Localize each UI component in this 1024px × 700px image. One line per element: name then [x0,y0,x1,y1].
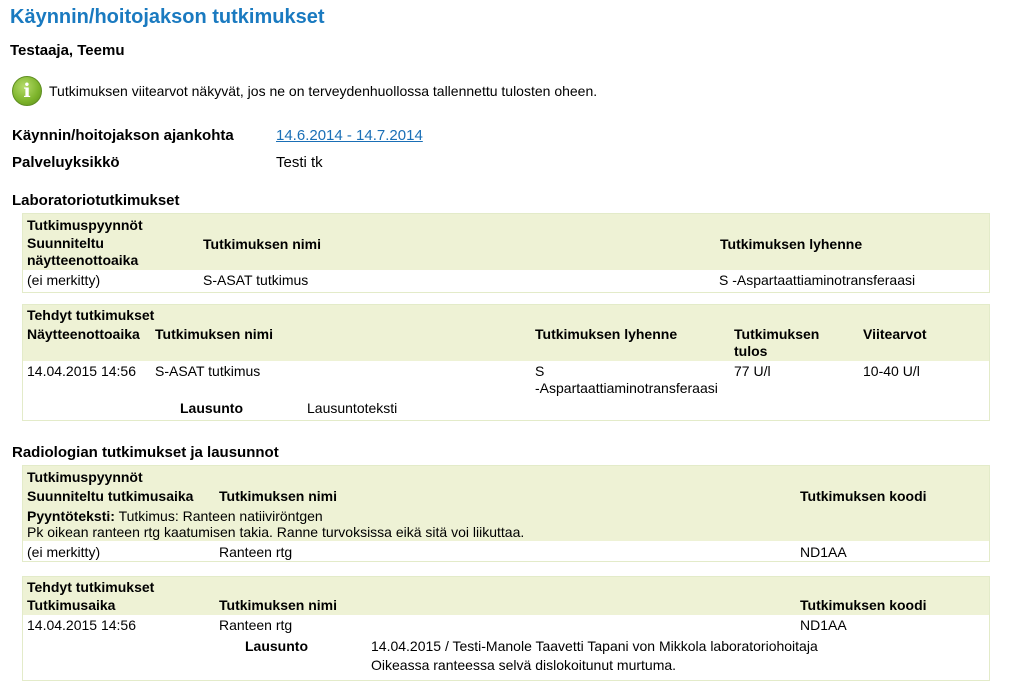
info-notice: i Tutkimuksen viitearvot näkyvät, jos ne… [12,76,597,106]
info-text: Tutkimuksen viitearvot näkyvät, jos ne o… [49,83,598,99]
lab-done-row-time: 14.04.2015 14:56 [27,363,136,379]
radiology-requests-table: Tutkimuspyynnöt Suunniteltu tutkimusaika… [22,465,990,562]
lab-done-table: Tehdyt tutkimukset Näytteenottoaika Tutk… [22,304,990,421]
rad-done-col-time: Tutkimusaika [27,597,116,613]
lab-statement-label: Lausunto [180,400,243,416]
lab-done-col-time: Näytteenottoaika [27,326,140,342]
info-icon: i [12,76,42,106]
lab-section-title: Laboratoriotutkimukset [12,192,180,209]
lab-req-col-abbr: Tutkimuksen lyhenne [720,236,863,252]
rad-request-text-1: Tutkimus: Ranteen natiiviröntgen [118,508,323,524]
rad-done-heading: Tehdyt tutkimukset [27,579,155,595]
radiology-section-title: Radiologian tutkimukset ja lausunnot [12,444,279,461]
rad-done-col-name: Tutkimuksen nimi [219,597,337,613]
rad-request-text-2: Pk oikean ranteen rtg kaatumisen takia. … [27,524,525,540]
period-link[interactable]: 14.6.2014 - 14.7.2014 [276,127,423,144]
lab-req-row-abbr: S -Aspartaattiaminotransferaasi [719,272,916,288]
page-title: Käynnin/hoitojakson tutkimukset [10,6,325,28]
rad-request-text: Pyyntöteksti: Tutkimus: Ranteen natiivir… [27,508,323,525]
lab-req-col-time: Suunniteltu [27,235,104,251]
rad-requests-heading: Tutkimuspyynnöt [27,469,143,485]
lab-done-row-abbr-2: -Aspartaattiaminotransferaasi [535,380,718,396]
lab-done-col-name: Tutkimuksen nimi [155,326,273,342]
lab-done-col-result-2: tulos [734,343,768,359]
radiology-done-table: Tehdyt tutkimukset Tutkimusaika Tutkimuk… [22,576,990,681]
rad-done-col-code: Tutkimuksen koodi [800,597,927,613]
lab-statement-text: Lausuntoteksti [307,400,398,416]
rad-done-row-code: ND1AA [800,617,847,633]
lab-requests-heading: Tutkimuspyynnöt [27,217,143,233]
rad-statement-label: Lausunto [245,638,308,654]
unit-value: Testi tk [276,154,323,171]
period-label: Käynnin/hoitojakson ajankohta [12,127,234,144]
lab-req-col-time-2: näytteenottoaika [27,252,139,268]
rad-req-col-code: Tutkimuksen koodi [800,488,927,504]
rad-done-row-name: Ranteen rtg [219,617,293,633]
lab-req-row-time: (ei merkitty) [27,272,101,288]
lab-done-col-abbr: Tutkimuksen lyhenne [535,326,678,342]
rad-statement-line-1: 14.04.2015 / Testi-Manole Taavetti Tapan… [371,638,818,654]
lab-requests-table: Tutkimuspyynnöt Suunniteltu näytteenotto… [22,213,990,293]
lab-done-col-ref: Viitearvot [863,326,927,342]
lab-done-row-abbr: S [535,363,545,379]
rad-req-row-code: ND1AA [800,544,847,560]
unit-label: Palveluyksikkö [12,154,120,171]
rad-req-row-name: Ranteen rtg [219,544,293,560]
lab-done-row-result: 77 U/l [734,363,771,379]
lab-done-row-ref: 10-40 U/l [863,363,920,379]
lab-done-row-name: S-ASAT tutkimus [155,363,261,379]
rad-request-label: Pyyntöteksti: [27,508,115,524]
lab-done-heading: Tehdyt tutkimukset [27,307,155,323]
rad-req-col-time: Suunniteltu tutkimusaika [27,488,194,504]
patient-name: Testaaja, Teemu [10,42,125,59]
lab-req-row-name: S-ASAT tutkimus [203,272,309,288]
lab-done-col-result: Tutkimuksen [734,326,820,342]
rad-done-row-time: 14.04.2015 14:56 [27,617,136,633]
rad-statement-line-2: Oikeassa ranteessa selvä dislokoitunut m… [371,657,677,673]
lab-req-col-name: Tutkimuksen nimi [203,236,321,252]
rad-req-col-name: Tutkimuksen nimi [219,488,337,504]
rad-req-row-time: (ei merkitty) [27,544,101,560]
